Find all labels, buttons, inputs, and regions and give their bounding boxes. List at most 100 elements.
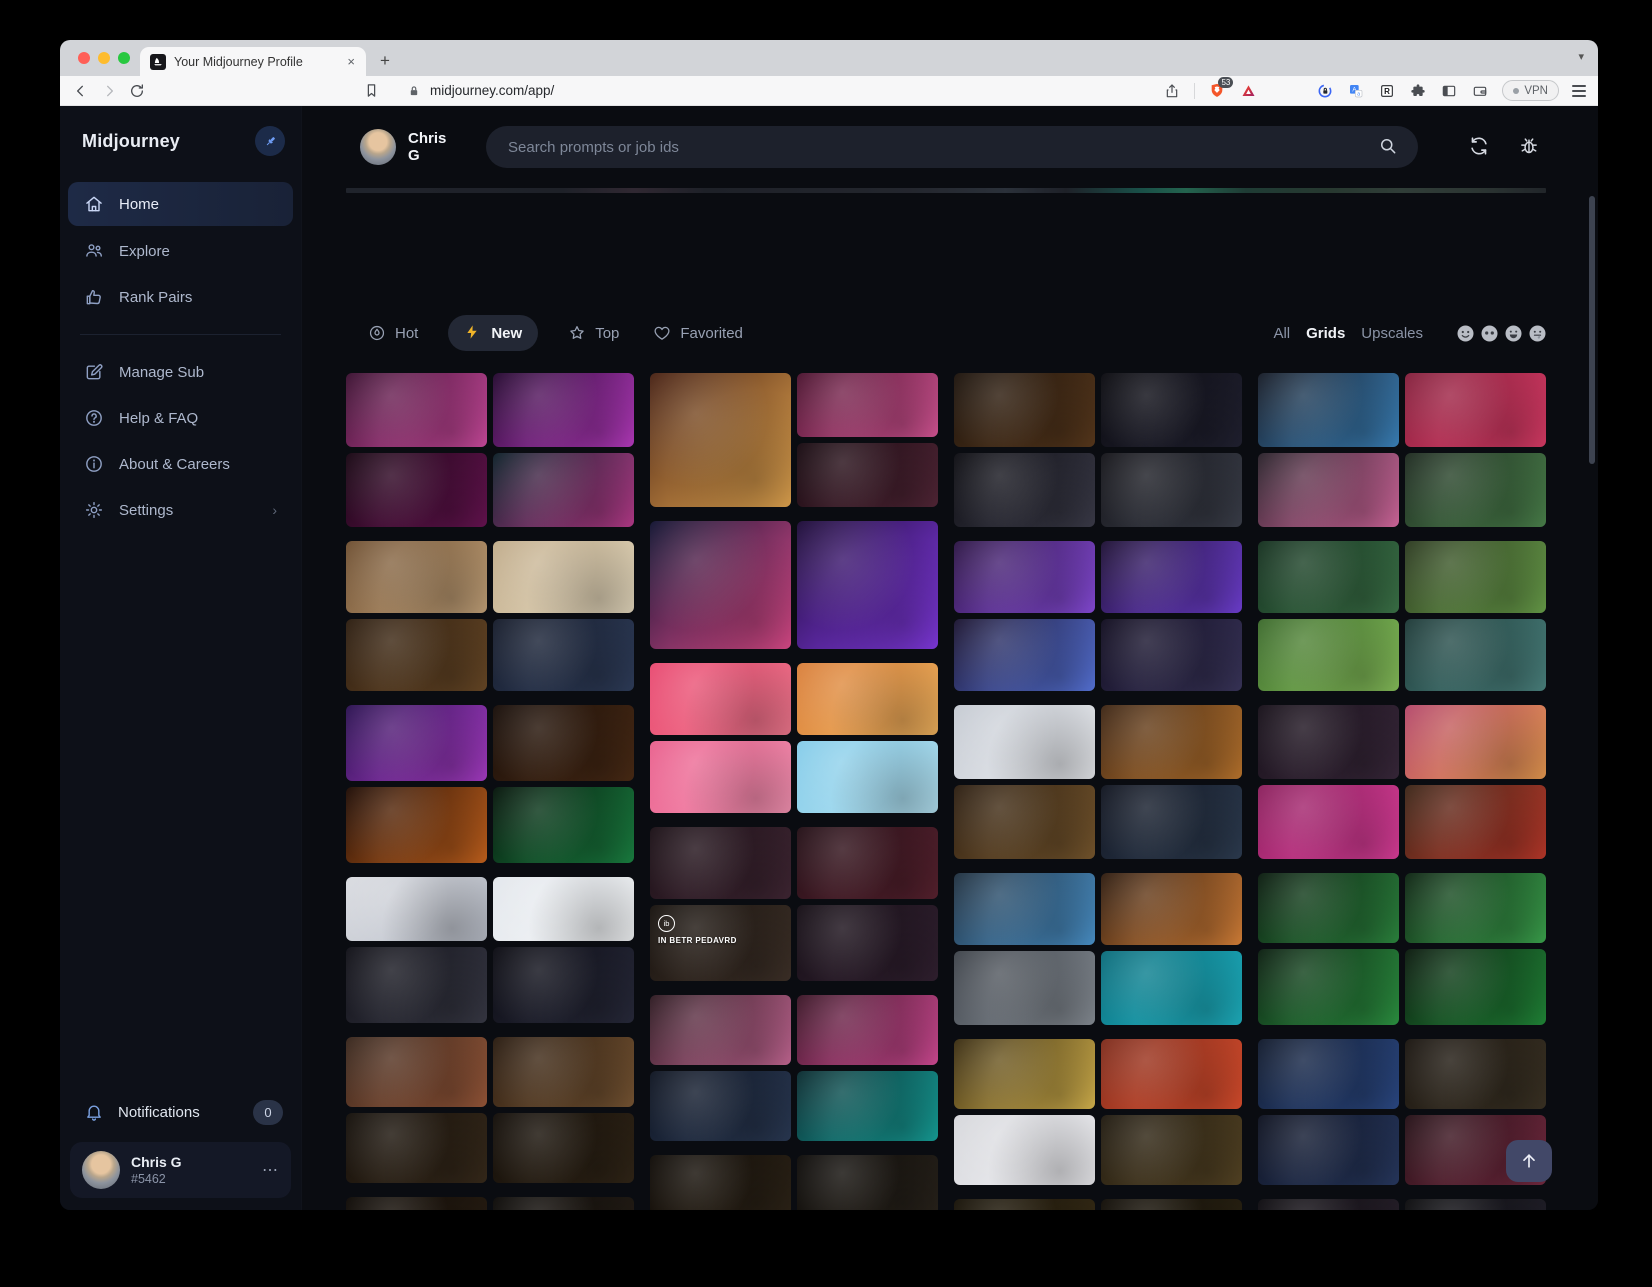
- browser-menu-icon[interactable]: [1572, 85, 1586, 97]
- extensions-puzzle-icon[interactable]: [1409, 82, 1427, 100]
- gallery-tile-phone-apps-skyblue[interactable]: [797, 741, 938, 813]
- gallery-tile-dark-dining-room[interactable]: [797, 443, 938, 507]
- sidebar-toggle-icon[interactable]: [1440, 82, 1458, 100]
- search-input[interactable]: [506, 138, 1378, 157]
- brave-rewards-triangle-icon[interactable]: [1239, 82, 1257, 100]
- gallery-tile-pi-cluster-dark[interactable]: [650, 1071, 791, 1141]
- gallery-tile-dark-circuit-device-a[interactable]: [346, 1113, 487, 1183]
- gallery-tile-remote-pink-keys-hand[interactable]: [1258, 705, 1399, 779]
- gallery-tile-monitor-code-dark[interactable]: [1258, 1115, 1399, 1185]
- gallery-tile-phone-red-ui-keyboard[interactable]: [1405, 373, 1546, 447]
- wallet-icon[interactable]: [1471, 82, 1489, 100]
- gallery-tile-raspberry-pi-display-device[interactable]: [493, 1037, 634, 1107]
- search-icon[interactable]: [1378, 136, 1400, 158]
- gallery-tile-dark-circuit-device-b[interactable]: [493, 1113, 634, 1183]
- gallery-tile-phone-lamp-warm-pink[interactable]: [1405, 705, 1546, 779]
- gallery-tile-teal-pcb-board[interactable]: [797, 1071, 938, 1141]
- gallery-tile-cutoff-device-a[interactable]: [346, 1197, 487, 1210]
- gallery-tile-phones-wood-orange-icons[interactable]: [1101, 705, 1242, 779]
- scroll-to-top-button[interactable]: [1506, 1140, 1552, 1182]
- gallery-tile-hand-holding-phone-dark[interactable]: [493, 705, 634, 781]
- gallery-tile-video-thumbnail-man[interactable]: ibIN BETR PEDAVRD: [650, 905, 791, 981]
- gallery-tile-lego-scene-dark[interactable]: [1101, 1115, 1242, 1185]
- gallery-tile-lego-white-figure[interactable]: [954, 1115, 1095, 1185]
- neutral-robot-face-icon[interactable]: [1481, 325, 1498, 342]
- gallery-tile-hand-writing-on-tray[interactable]: [493, 541, 634, 613]
- gallery-tile-tablet-farm-game[interactable]: [1258, 619, 1399, 691]
- gallery-tile-hacker-green-code-phone[interactable]: [493, 787, 634, 863]
- gallery-tile-dark-laptop-phone-mosaic[interactable]: [346, 947, 487, 1023]
- gallery-tile-dark-neon-room[interactable]: [346, 453, 487, 527]
- gallery-tile-tablet-cafe-pink-screen[interactable]: [650, 827, 791, 899]
- sidebar-item-help-faq[interactable]: Help & FAQ: [60, 395, 301, 441]
- gallery-tile-neon-lounge-teal-pink[interactable]: [493, 453, 634, 527]
- gallery-tile-pink-pcb-wires[interactable]: [797, 995, 938, 1065]
- drooling-face-icon[interactable]: [1529, 325, 1546, 342]
- gallery-tile-cutoff-board-b[interactable]: [797, 1155, 938, 1210]
- tab-favorited[interactable]: Favorited: [649, 315, 747, 351]
- sidebar-item-rank-pairs[interactable]: Rank Pairs: [60, 274, 301, 320]
- user-more-icon[interactable]: ⋯: [262, 1160, 279, 1180]
- privacy-extension-icon[interactable]: [1316, 82, 1334, 100]
- gallery-tile-laptop-monitor-pixel-mosaic[interactable]: [346, 877, 487, 941]
- gallery-tile-cartoon-kitchen-pink[interactable]: [797, 373, 938, 437]
- gallery-tile-cartoon-kitchen-warm[interactable]: [650, 373, 791, 507]
- url-text[interactable]: midjourney.com/app/: [430, 83, 554, 98]
- mode-upscales[interactable]: Upscales: [1361, 325, 1423, 342]
- gallery-tile-hands-tablet-game[interactable]: [1405, 541, 1546, 613]
- pin-sidebar-button[interactable]: [255, 126, 285, 156]
- gallery-tile-person-bed-phone-glow[interactable]: [954, 373, 1095, 447]
- gallery-tile-cartoon-tank-blue[interactable]: [954, 873, 1095, 945]
- gallery-tile-mini-circuit-dark-table[interactable]: [1101, 785, 1242, 859]
- notifications-button[interactable]: Notifications 0: [60, 1090, 301, 1134]
- reader-extension-icon[interactable]: R: [1378, 82, 1396, 100]
- grinning-face-icon[interactable]: [1505, 325, 1522, 342]
- profile-avatar[interactable]: [360, 129, 396, 165]
- gallery-tile-neon-village-night[interactable]: [650, 521, 791, 649]
- gallery-tile-phone-dark-blue-table[interactable]: [493, 619, 634, 691]
- gallery-tile-cutoff-lego-b[interactable]: [1101, 1199, 1242, 1210]
- translate-extension-icon[interactable]: Aa: [1347, 82, 1365, 100]
- bookmark-icon[interactable]: [362, 82, 380, 100]
- tab-new[interactable]: New: [448, 315, 538, 351]
- gallery-tile-phone-calendar-wood-desk[interactable]: [346, 541, 487, 613]
- sidebar-item-settings[interactable]: Settings ›: [60, 487, 301, 533]
- close-window-button[interactable]: [78, 52, 90, 64]
- gallery-tile-green-circular-diagram[interactable]: [1405, 949, 1546, 1025]
- tab-hot[interactable]: Hot: [364, 315, 422, 351]
- gallery-tile-hoodie-reader-in-bed[interactable]: [1101, 453, 1242, 527]
- user-card[interactable]: Chris G #5462 ⋯: [70, 1142, 291, 1198]
- gallery-tile-tablet-game-in-hands[interactable]: [1405, 619, 1546, 691]
- gallery-tile-cartoon-tanks-orange[interactable]: [1101, 873, 1242, 945]
- gallery-tile-phone-pixel-glow-dark[interactable]: [493, 947, 634, 1023]
- gallery-tile-green-traces-loop[interactable]: [1258, 949, 1399, 1025]
- refresh-icon[interactable]: [1468, 135, 1492, 159]
- sidebar-item-home[interactable]: Home: [68, 182, 293, 226]
- gallery-tile-hand-phone-at-concert[interactable]: [1101, 541, 1242, 613]
- vpn-button[interactable]: VPN: [1502, 80, 1559, 101]
- sidebar-item-about-careers[interactable]: About & Careers: [60, 441, 301, 487]
- search-bar[interactable]: [486, 126, 1418, 168]
- gallery-tile-cutoff-board-a[interactable]: [650, 1155, 791, 1210]
- reload-icon[interactable]: [128, 82, 146, 100]
- gallery-tile-tablet-dashboard-desk[interactable]: [1258, 373, 1399, 447]
- gallery-tile-pink-buttons-device-printer[interactable]: [1258, 453, 1399, 527]
- gallery-tile-phone-colorful-grid-dark-table[interactable]: [346, 619, 487, 691]
- gallery-tile-cutoff-lego-a[interactable]: [954, 1199, 1095, 1210]
- gallery-tile-skeleton-face-glow[interactable]: [954, 453, 1095, 527]
- gallery-tile-green-network-circles[interactable]: [1258, 873, 1399, 943]
- gallery-tile-tanks-rain-grey[interactable]: [954, 951, 1095, 1025]
- gallery-tile-tablet-desk-dark-red[interactable]: [797, 827, 938, 899]
- gallery-tile-neon-house-purple[interactable]: [797, 521, 938, 649]
- gallery-tile-magenta-macropad-hand[interactable]: [1258, 785, 1399, 859]
- gallery-tile-desktop-monitor-app-icons[interactable]: [493, 877, 634, 941]
- share-icon[interactable]: [1163, 82, 1181, 100]
- tab-search-chevron-icon[interactable]: ▾: [1578, 50, 1584, 63]
- gallery-tile-green-pcb-schematic[interactable]: [1405, 873, 1546, 943]
- gallery-tile-phone-stand-white-room[interactable]: [954, 705, 1095, 779]
- gallery-tile-phone-flat-on-table[interactable]: [954, 785, 1095, 859]
- gallery-tile-pcb-colorful-wires-phone[interactable]: [1405, 453, 1546, 527]
- gallery-tile-raspberry-pi-pink-case[interactable]: [650, 995, 791, 1065]
- gallery-tile-phone-mountains-sunset[interactable]: [797, 663, 938, 735]
- report-bug-icon[interactable]: [1518, 135, 1542, 159]
